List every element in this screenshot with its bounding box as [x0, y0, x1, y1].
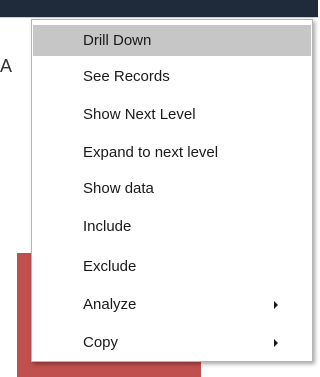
menu-item-label: Show Next Level: [83, 106, 196, 123]
menu-item-label: Drill Down: [83, 32, 152, 49]
menu-item-expand-to-next-level[interactable]: Expand to next level: [33, 137, 311, 168]
screen: A Drill Down See Records Show Next Level…: [0, 0, 318, 377]
menu-item-include[interactable]: Include: [33, 211, 311, 242]
menu-item-exclude[interactable]: Exclude: [33, 251, 311, 282]
menu-item-label: Show data: [83, 180, 154, 197]
submenu-arrow-icon: [274, 300, 278, 309]
menu-item-label: Exclude: [83, 258, 137, 275]
submenu-arrow-icon: [274, 338, 278, 347]
background-divider: [0, 17, 318, 18]
background-text-fragment: A: [0, 56, 13, 76]
menu-item-show-data[interactable]: Show data: [33, 173, 311, 204]
menu-item-label: Expand to next level: [83, 144, 219, 161]
menu-item-label: Include: [83, 218, 132, 235]
menu-item-label: See Records: [83, 68, 170, 85]
menu-item-show-next-level[interactable]: Show Next Level: [33, 99, 311, 130]
menu-item-label: Analyze: [83, 296, 137, 313]
menu-item-drill-down[interactable]: Drill Down: [33, 25, 311, 56]
menu-item-label: Copy: [83, 334, 119, 351]
context-menu: Drill Down See Records Show Next Level E…: [31, 19, 313, 362]
menu-item-see-records[interactable]: See Records: [33, 61, 311, 92]
menu-item-analyze[interactable]: Analyze: [33, 289, 311, 320]
menu-item-copy[interactable]: Copy: [33, 327, 311, 358]
background-white-gap: [201, 363, 311, 377]
background-top-bar: [0, 0, 318, 17]
